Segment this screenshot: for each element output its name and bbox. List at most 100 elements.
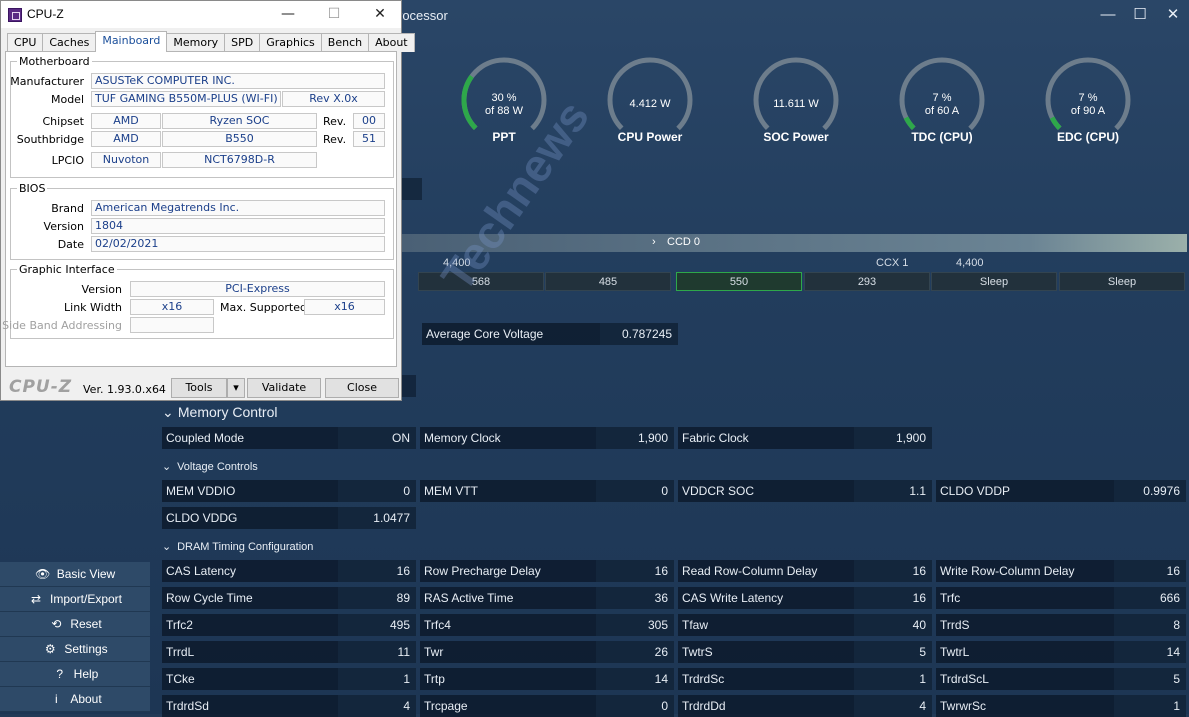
gauge-value: 30 % [491, 92, 517, 104]
validate-button[interactable]: Validate [247, 378, 321, 398]
tab-graphics[interactable]: Graphics [259, 33, 322, 52]
memory-control-header[interactable]: ⌄ Memory Control [162, 404, 277, 421]
sidebar-item-about[interactable]: i About [0, 687, 150, 712]
lpcio-name: NCT6798D-R [162, 152, 317, 168]
section-title: Voltage Controls [177, 461, 258, 473]
tab-about[interactable]: About [368, 33, 415, 52]
field-label: CAS Write Latency [682, 591, 784, 605]
chevron-down-icon: ⌄ [162, 461, 172, 473]
southbridge-name: B550 [162, 131, 317, 147]
tab-memory[interactable]: Memory [166, 33, 226, 52]
tab-spd[interactable]: SPD [224, 33, 261, 52]
field-value: 1,900 [637, 431, 668, 445]
voltage-controls-header[interactable]: ⌄ Voltage Controls [162, 460, 258, 473]
field-label: TrdrdSd [166, 699, 209, 713]
gauge-label: SOC Power [763, 130, 829, 144]
tools-button[interactable]: Tools [171, 378, 227, 398]
rm-row-stub [402, 375, 416, 397]
core-tile: Sleep [1059, 272, 1185, 291]
field-trdrdscl: TrdrdScL 5 [936, 668, 1186, 690]
gauge-value: 11.611 W [773, 98, 819, 110]
chipset-label: Chipset [42, 115, 84, 128]
tab-bench[interactable]: Bench [320, 33, 370, 52]
field-trtp: Trtp 14 [420, 668, 674, 690]
cpuz-app-icon [8, 8, 22, 22]
field-value: 1 [919, 672, 926, 686]
cpuz-minimize-button[interactable]: — [265, 1, 311, 28]
sidebar-item-label: Help [73, 667, 99, 681]
cpuz-maximize-button[interactable]: ☐ [311, 1, 357, 28]
field-label: CLDO VDDG [166, 511, 238, 525]
field-twr: Twr 26 [420, 641, 674, 663]
field-vddcr-soc: VDDCR SOC 1.1 [678, 480, 932, 502]
field-label: Trfc2 [166, 618, 193, 632]
chipset-vendor: AMD [91, 113, 161, 129]
field-cldo-vddp: CLDO VDDP 0.9976 [936, 480, 1186, 502]
ccd-bar[interactable]: › CCD 0 [402, 234, 1187, 252]
sidebar-item-reset[interactable]: ⟲ Reset [0, 612, 150, 637]
side-band-value [130, 317, 214, 333]
field-value: 89 [396, 591, 410, 605]
field-label: RAS Active Time [424, 591, 514, 605]
field-row-precharge-delay: Row Precharge Delay 16 [420, 560, 674, 582]
field-cas-latency: CAS Latency 16 [162, 560, 416, 582]
cpuz-tab-bar: CPU Caches Mainboard Memory SPD Graphics Bench… [7, 31, 415, 52]
gauge-limit: of 88 W [485, 105, 523, 117]
field-value: 4 [919, 699, 926, 713]
close-button[interactable]: Close [325, 378, 399, 398]
field-twtrs: TwtrS 5 [678, 641, 932, 663]
field-label: Trfc4 [424, 618, 451, 632]
tools-dropdown-button[interactable]: ▾ [227, 378, 245, 398]
rm-minimize-button[interactable]: — [1090, 4, 1126, 26]
avg-core-voltage-field: Average Core Voltage 0.787245 [422, 323, 678, 345]
gauge-edc-cpu: 7 % of 90 A EDC (CPU) [1040, 52, 1136, 148]
field-label: TrdrdSc [682, 672, 725, 686]
field-label: TwtrS [682, 645, 713, 659]
field-label: MEM VTT [424, 484, 478, 498]
field-value: 16 [912, 591, 926, 605]
dram-timing-header[interactable]: ⌄ DRAM Timing Configuration [162, 540, 313, 553]
field-value: 8 [1173, 618, 1180, 632]
manufacturer-label: Manufacturer [10, 75, 84, 88]
field-label: Row Cycle Time [166, 591, 253, 605]
cpuz-titlebar[interactable]: CPU-Z — ☐ ✕ [1, 1, 401, 28]
cpuz-close-button[interactable]: ✕ [357, 1, 403, 28]
field-value: 26 [654, 645, 668, 659]
tab-caches[interactable]: Caches [42, 33, 97, 52]
rm-close-button[interactable]: ✕ [1155, 4, 1189, 26]
field-coupled-mode: Coupled Mode ON [162, 427, 416, 449]
field-cldo-vddg: CLDO VDDG 1.0477 [162, 507, 416, 529]
eye-icon: 👁 [35, 567, 51, 581]
field-value: 0.9976 [1143, 484, 1180, 498]
core-tile: 485 [545, 272, 671, 291]
tab-mainboard[interactable]: Mainboard [95, 31, 168, 52]
reset-icon: ⟲ [51, 617, 62, 631]
southbridge-rev: 51 [353, 131, 385, 147]
tab-cpu[interactable]: CPU [7, 33, 44, 52]
field-value: 0.787245 [621, 327, 672, 341]
field-twtrl: TwtrL 14 [936, 641, 1186, 663]
sidebar-item-basic-view[interactable]: 👁 Basic View [0, 562, 150, 587]
field-value: 5 [919, 645, 926, 659]
bios-brand-label: Brand [51, 202, 84, 215]
field-value: 5 [1173, 672, 1180, 686]
field-label: Read Row-Column Delay [682, 564, 818, 578]
field-mem-vddio: MEM VDDIO 0 [162, 480, 416, 502]
field-label: TwrwrSc [940, 699, 986, 713]
freq-left: 4,400 [443, 257, 471, 269]
field-trrdl: TrrdL 11 [162, 641, 416, 663]
rm-maximize-button[interactable]: ☐ [1122, 4, 1158, 26]
sidebar-item-label: Import/Export [49, 592, 123, 606]
gauge-cpu-power: 4.412 W CPU Power [602, 52, 698, 148]
sidebar-item-label: About [70, 692, 102, 706]
help-icon: ? [56, 667, 63, 681]
gear-icon: ⚙ [44, 642, 56, 656]
field-value: 0 [661, 484, 668, 498]
group-title: BIOS [17, 182, 48, 195]
field-value: 16 [1166, 564, 1180, 578]
field-label: Fabric Clock [682, 431, 749, 445]
sidebar-item-import-export[interactable]: ⇄ Import/Export [0, 587, 150, 612]
sidebar-item-settings[interactable]: ⚙ Settings [0, 637, 150, 662]
core-tile: 293 [804, 272, 930, 291]
sidebar-item-help[interactable]: ? Help [0, 662, 150, 687]
